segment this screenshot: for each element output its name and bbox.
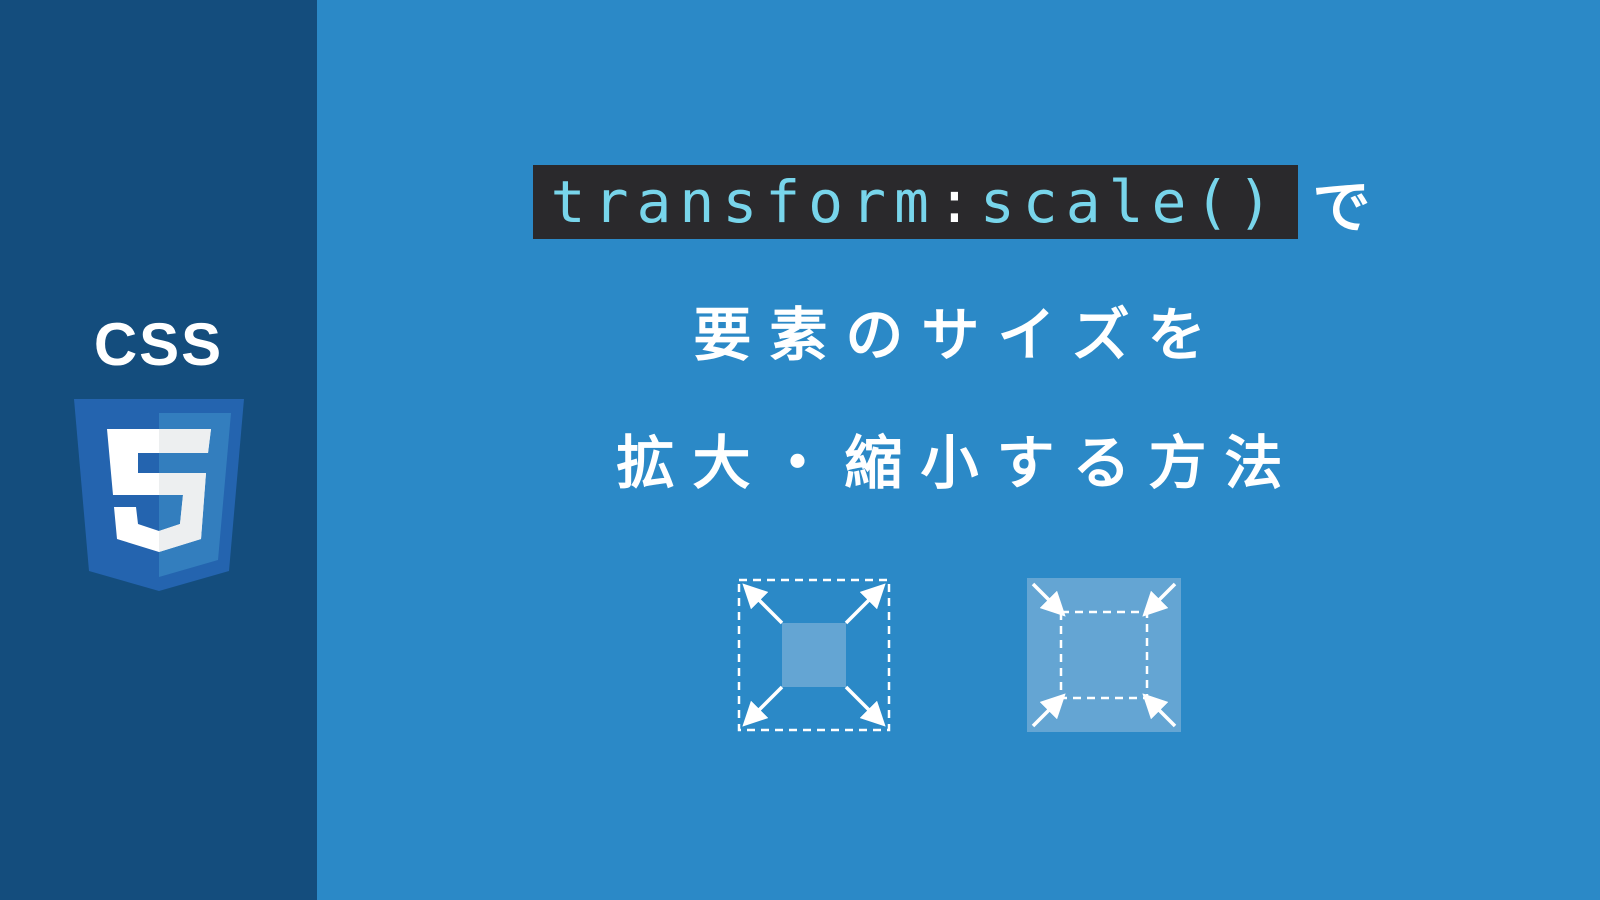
code-colon: : [937,173,980,231]
scale-diagrams [729,570,1189,740]
main-content: transform : scale () で 要素のサイズを 拡大・縮小する方法 [317,0,1600,900]
code-snippet: transform : scale () [533,165,1299,239]
shrink-diagram-icon [1019,570,1189,740]
title-suffix: で [1312,160,1384,244]
css-text-label: CSS [94,310,223,379]
title-line-3: 拡大・縮小する方法 [616,416,1300,500]
code-parens: () [1194,173,1280,231]
code-function: scale [980,173,1195,231]
code-property: transform [551,173,937,231]
title-line-2: 要素のサイズを [693,288,1223,372]
css3-shield-icon [74,399,244,591]
sidebar: CSS [0,0,317,900]
title-line-1: transform : scale () で [533,160,1385,244]
expand-diagram-icon [729,570,899,740]
